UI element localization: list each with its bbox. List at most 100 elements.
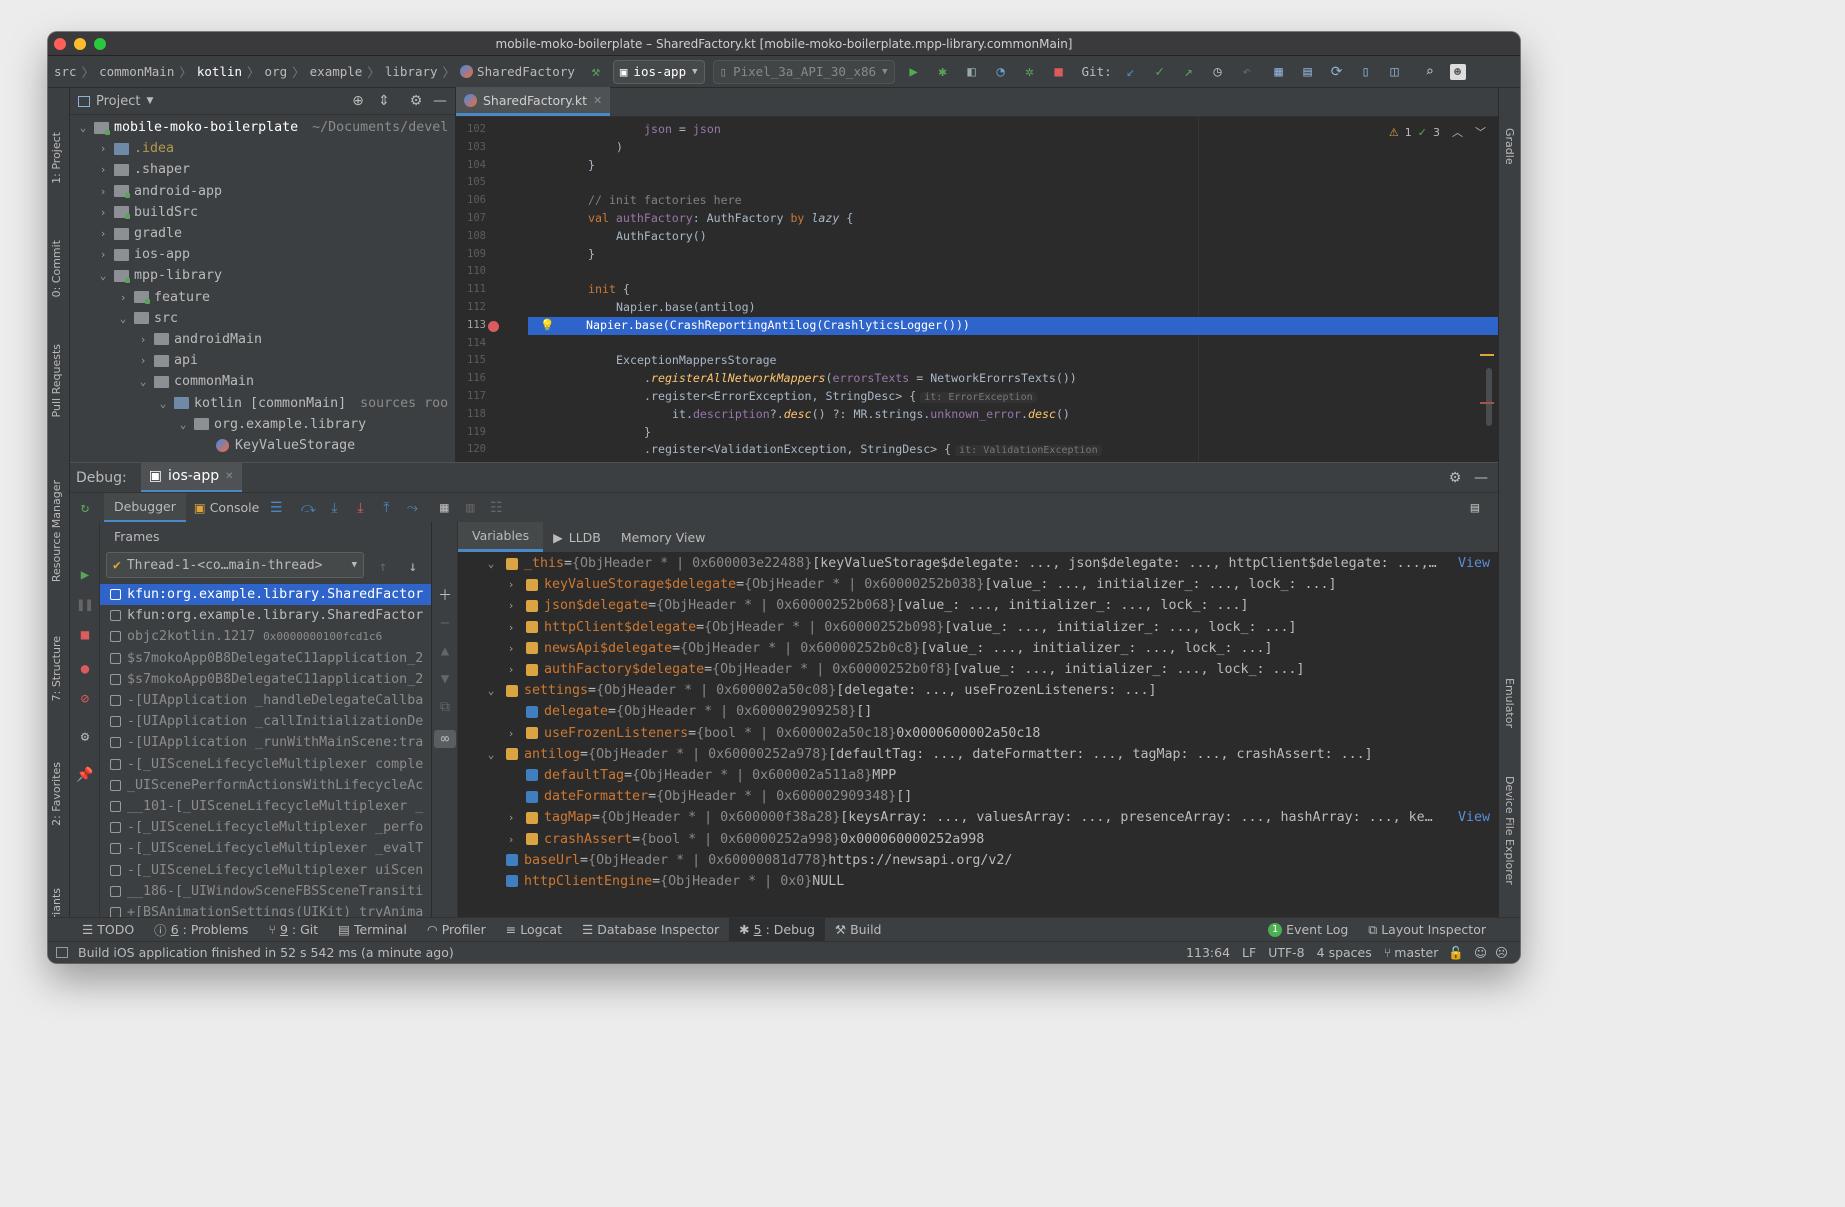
- variable-row[interactable]: dateFormatter = {ObjHeader * | 0x6000029…: [458, 786, 1498, 807]
- device-select[interactable]: ▯ Pixel_3a_API_30_x86 ▼: [712, 59, 895, 84]
- tab-memory-view[interactable]: Memory View: [611, 522, 715, 552]
- show-watches-icon[interactable]: ∞: [434, 730, 456, 748]
- variable-row[interactable]: delegate = {ObjHeader * | 0x600002909258…: [458, 701, 1498, 722]
- thread-select[interactable]: ✔ Thread-1-<co…main-thread> ▼: [106, 552, 364, 578]
- breadcrumb-item[interactable]: commonMain: [99, 64, 174, 79]
- project-panel-title[interactable]: Project: [96, 94, 140, 109]
- debug-session-tab[interactable]: ▣ ios-app ✕: [140, 462, 242, 493]
- trace-icon[interactable]: ▥: [461, 499, 479, 517]
- step-into-icon[interactable]: ⤓: [325, 499, 343, 517]
- frame-row[interactable]: -[_UISceneLifecycleMultiplexer _evalT: [100, 838, 431, 859]
- tool-tab-device-file-explorer[interactable]: Device File Explorer: [1503, 776, 1516, 885]
- remove-watch-icon[interactable]: —: [436, 614, 454, 632]
- git-commit-icon[interactable]: ✓: [1151, 63, 1169, 81]
- tab-variables[interactable]: Variables: [458, 522, 544, 552]
- intention-bulb-icon[interactable]: 💡: [540, 317, 554, 335]
- tree-item[interactable]: › android-app: [70, 181, 455, 202]
- minimize-window-button[interactable]: [74, 38, 86, 50]
- stop-icon[interactable]: ■: [76, 626, 94, 644]
- tree-item[interactable]: ⌄ mpp-library: [70, 265, 455, 286]
- variable-row[interactable]: › authFactory$delegate = {ObjHeader * | 0…: [458, 659, 1498, 680]
- frame-row[interactable]: $s7mokoApp0B8DelegateC11application_2: [100, 648, 431, 669]
- frame-row[interactable]: -[UIApplication _handleDelegateCallba: [100, 690, 431, 711]
- tool-tab-commit[interactable]: 0: Commit: [50, 240, 63, 297]
- tool-tab-build[interactable]: ⚒ Build: [825, 918, 892, 942]
- status-message[interactable]: Build iOS application finished in 52 s 5…: [78, 945, 454, 960]
- view-link[interactable]: View: [1458, 556, 1490, 571]
- avd-manager-icon[interactable]: ▯: [1357, 63, 1375, 81]
- tree-item[interactable]: › ios-app: [70, 244, 455, 265]
- profile-icon[interactable]: ◔: [992, 63, 1010, 81]
- frame-row[interactable]: __101-[_UISceneLifecycleMultiplexer _: [100, 796, 431, 817]
- variable-row[interactable]: › crashAssert = {bool * | 0x60000252a998}…: [458, 828, 1498, 849]
- toggle-tool-windows-icon[interactable]: [56, 947, 68, 958]
- zoom-window-button[interactable]: [94, 38, 106, 50]
- previous-frame-icon[interactable]: ↑: [374, 558, 392, 576]
- tool-tab-profiler[interactable]: ◠ Profiler: [417, 918, 496, 942]
- tab-lldb[interactable]: ▶ LLDB: [543, 522, 611, 552]
- tool-tab-structure[interactable]: 7: Structure: [50, 636, 63, 701]
- duplicate-icon[interactable]: ⧉: [436, 698, 454, 716]
- restore-layout-icon[interactable]: ☷: [487, 499, 505, 517]
- frame-row[interactable]: kfun:org.example.library.SharedFactor: [100, 605, 431, 626]
- frame-row[interactable]: kfun:org.example.library.SharedFactor: [100, 584, 431, 606]
- gear-icon[interactable]: ⚙: [407, 92, 425, 110]
- frame-row[interactable]: -[_UISceneLifecycleMultiplexer comple: [100, 754, 431, 775]
- tree-item[interactable]: › androidMain: [70, 329, 455, 350]
- breadcrumb-item[interactable]: library: [385, 64, 438, 79]
- breakpoint-icon[interactable]: [488, 320, 499, 332]
- evaluate-icon[interactable]: ▦: [435, 499, 453, 517]
- sdk-manager-icon[interactable]: ▤: [1299, 63, 1317, 81]
- git-rollback-icon[interactable]: ↶: [1238, 63, 1256, 81]
- tree-item[interactable]: ⌄ mobile-moko-boilerplate ~/Documents/deve…: [70, 117, 455, 138]
- move-up-icon[interactable]: ▲: [436, 642, 454, 660]
- lock-icon[interactable]: 🔓: [1448, 945, 1464, 961]
- breadcrumb-item[interactable]: SharedFactory: [477, 64, 575, 79]
- coverage-icon[interactable]: ◧: [963, 63, 981, 81]
- frame-row[interactable]: $s7mokoApp0B8DelegateC11application_2: [100, 669, 431, 690]
- git-branch[interactable]: master: [1394, 945, 1438, 960]
- locate-icon[interactable]: ⊕: [349, 92, 367, 110]
- collapse-all-icon[interactable]: ⇕: [375, 92, 393, 110]
- tree-item[interactable]: ⌄ commonMain: [70, 371, 455, 392]
- move-down-icon[interactable]: ▼: [436, 670, 454, 688]
- frame-row[interactable]: -[_UISceneLifecycleMultiplexer uiScen: [100, 859, 431, 880]
- hide-panel-icon[interactable]: —: [431, 92, 449, 110]
- frame-row[interactable]: objc2kotlin.1217 0x0000000100fcd1c6: [100, 626, 431, 647]
- cursor-position[interactable]: 113:64: [1186, 945, 1230, 960]
- pin-icon[interactable]: 📌: [76, 766, 94, 784]
- frame-row[interactable]: -[_UISceneLifecycleMultiplexer _perfo: [100, 817, 431, 838]
- git-history-icon[interactable]: ◷: [1209, 63, 1227, 81]
- build-hammer-icon[interactable]: ⚒: [587, 63, 605, 81]
- tree-item[interactable]: ⌄ src: [70, 308, 455, 329]
- tree-item[interactable]: › feature: [70, 287, 455, 308]
- run-icon[interactable]: ▶: [905, 63, 923, 81]
- close-icon[interactable]: ✕: [225, 471, 233, 482]
- mute-breakpoints-icon[interactable]: ⊘: [76, 690, 94, 708]
- breadcrumb-item[interactable]: example: [310, 64, 363, 79]
- variable-row[interactable]: › tagMap = {ObjHeader * | 0x600000f38a28}…: [458, 807, 1498, 828]
- next-frame-icon[interactable]: ↓: [404, 558, 422, 576]
- attach-debugger-icon[interactable]: ✲: [1021, 63, 1039, 81]
- step-over-icon[interactable]: ⤼: [299, 499, 317, 517]
- debug-icon[interactable]: ✱: [934, 63, 952, 81]
- tree-item[interactable]: › gradle: [70, 223, 455, 244]
- tree-item[interactable]: › .shaper: [70, 159, 455, 180]
- run-to-cursor-icon[interactable]: ⤳: [403, 499, 421, 517]
- project-structure-icon[interactable]: ▦: [1270, 63, 1288, 81]
- tool-tab-layout-inspector[interactable]: ⧉ Layout Inspector: [1358, 918, 1496, 942]
- feedback-icon[interactable]: ☹: [1495, 945, 1508, 960]
- breadcrumb-item[interactable]: kotlin: [197, 64, 242, 79]
- gear-icon[interactable]: ⚙: [1446, 469, 1464, 487]
- tool-tab-pull-requests[interactable]: Pull Requests: [50, 344, 63, 417]
- tree-item[interactable]: › buildSrc: [70, 202, 455, 223]
- line-separator[interactable]: LF: [1242, 945, 1256, 960]
- layout-icon[interactable]: ▤: [1466, 499, 1484, 517]
- step-out-icon[interactable]: ⤒: [377, 499, 395, 517]
- rerun-icon[interactable]: ↻: [76, 499, 94, 517]
- variable-row[interactable]: › keyValueStorage$delegate = {ObjHeader *…: [458, 574, 1498, 595]
- tool-tab-project[interactable]: 1: Project: [50, 132, 63, 184]
- tree-item[interactable]: › .idea: [70, 138, 455, 159]
- frame-row[interactable]: -[UIApplication _runWithMainScene:tra: [100, 732, 431, 753]
- git-update-icon[interactable]: ↙: [1122, 63, 1140, 81]
